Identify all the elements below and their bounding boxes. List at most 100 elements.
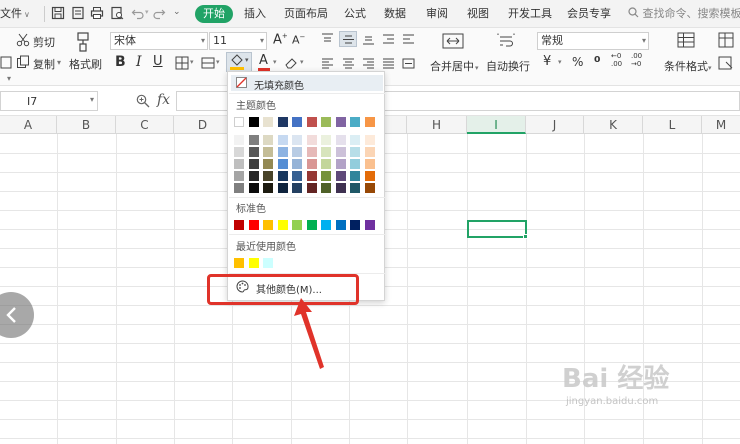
standard-color-swatch[interactable] [248, 220, 259, 230]
tab-member[interactable]: 会员专享 [567, 0, 611, 28]
tab-formulas[interactable]: 公式 [344, 0, 366, 28]
theme-shade-swatch[interactable] [292, 147, 302, 157]
theme-shade-swatch[interactable] [248, 171, 259, 181]
theme-shade-swatch[interactable] [248, 135, 259, 145]
format-painter-button[interactable]: 格式刷 [69, 56, 102, 72]
theme-shade-swatch[interactable] [277, 135, 288, 145]
align-left-icon[interactable] [321, 58, 334, 69]
tab-view[interactable]: 视图 [467, 0, 489, 28]
col-header-c[interactable]: C [116, 116, 174, 134]
font-size-select[interactable]: 11 ▾ [209, 32, 267, 50]
export-pdf-icon[interactable] [71, 6, 85, 20]
font-color-dropdown-icon[interactable]: ▾ [273, 58, 277, 66]
theme-shade-swatch[interactable] [292, 159, 302, 169]
zoom-icon[interactable] [136, 94, 150, 108]
format-painter-icon[interactable] [74, 32, 92, 52]
cell-style-dropdown-icon[interactable]: ▾ [216, 58, 220, 66]
merge-center-button[interactable]: 合并居中▾ [430, 58, 479, 74]
increase-font-icon[interactable]: A+ [273, 32, 288, 47]
align-top-icon[interactable] [321, 33, 334, 45]
recent-color-swatch[interactable] [234, 258, 244, 268]
save-icon[interactable] [51, 6, 65, 20]
tab-developer[interactable]: 开发工具 [508, 0, 552, 28]
theme-shade-swatch[interactable] [335, 135, 346, 145]
theme-shade-swatch[interactable] [321, 135, 331, 145]
theme-color-swatch[interactable] [321, 117, 331, 127]
theme-color-swatch[interactable] [277, 117, 288, 127]
decrease-font-icon[interactable]: A− [292, 33, 305, 47]
theme-shade-swatch[interactable] [263, 135, 273, 145]
copy-button[interactable]: 复制 [33, 56, 55, 72]
theme-shade-swatch[interactable] [335, 183, 346, 193]
theme-shade-swatch[interactable] [234, 171, 244, 181]
col-header-b[interactable]: B [57, 116, 116, 134]
theme-shade-swatch[interactable] [306, 135, 317, 145]
selected-cell-i7[interactable] [467, 220, 527, 238]
theme-shade-swatch[interactable] [277, 159, 288, 169]
table-style-icon[interactable] [718, 32, 736, 48]
recent-color-swatch[interactable] [263, 258, 273, 268]
cell-style-icon[interactable] [201, 56, 215, 70]
theme-shade-swatch[interactable] [321, 183, 331, 193]
theme-shade-swatch[interactable] [350, 171, 360, 181]
theme-shade-swatch[interactable] [248, 183, 259, 193]
tab-page-layout[interactable]: 页面布局 [284, 0, 328, 28]
theme-shade-swatch[interactable] [234, 135, 244, 145]
cell-format-icon[interactable] [718, 56, 736, 70]
col-header-h[interactable]: H [407, 116, 467, 134]
fill-handle[interactable] [523, 234, 528, 239]
standard-color-swatch[interactable] [263, 220, 273, 230]
tab-start[interactable]: 开始 [195, 5, 233, 23]
col-header-l[interactable]: L [643, 116, 702, 134]
eraser-icon[interactable] [284, 56, 298, 70]
increase-decimal-icon[interactable]: ←0.00 [611, 52, 622, 68]
theme-shade-swatch[interactable] [248, 147, 259, 157]
theme-shade-swatch[interactable] [306, 183, 317, 193]
theme-shade-swatch[interactable] [306, 159, 317, 169]
theme-shade-swatch[interactable] [306, 171, 317, 181]
theme-shade-swatch[interactable] [364, 135, 375, 145]
theme-color-swatch[interactable] [263, 117, 273, 127]
wrap-text-button[interactable]: 自动换行 [486, 58, 530, 74]
theme-shade-swatch[interactable] [335, 159, 346, 169]
font-name-select[interactable]: 宋体 ▾ [110, 32, 208, 50]
theme-color-swatch[interactable] [335, 117, 346, 127]
scissors-icon[interactable] [16, 33, 30, 47]
standard-color-swatch[interactable] [292, 220, 302, 230]
theme-color-swatch[interactable] [306, 117, 317, 127]
theme-shade-swatch[interactable] [234, 147, 244, 157]
number-format-select[interactable]: 常规 ▾ [537, 32, 649, 50]
standard-color-swatch[interactable] [350, 220, 360, 230]
percent-icon[interactable]: % [572, 55, 583, 69]
theme-shade-swatch[interactable] [350, 147, 360, 157]
conditional-format-icon[interactable] [677, 32, 695, 48]
standard-color-swatch[interactable] [364, 220, 375, 230]
tab-data[interactable]: 数据 [384, 0, 406, 28]
tab-review[interactable]: 审阅 [426, 0, 448, 28]
theme-shade-swatch[interactable] [306, 147, 317, 157]
theme-shade-swatch[interactable] [350, 135, 360, 145]
standard-color-swatch[interactable] [234, 220, 244, 230]
col-header-j[interactable]: J [526, 116, 584, 134]
recent-color-swatch[interactable] [248, 258, 259, 268]
theme-color-swatch[interactable] [292, 117, 302, 127]
bold-icon[interactable]: B [115, 54, 126, 70]
tab-insert[interactable]: 插入 [244, 0, 266, 28]
currency-dropdown-icon[interactable]: ▾ [558, 58, 562, 66]
distributed-align-icon[interactable] [402, 58, 415, 69]
wrap-text-icon[interactable] [496, 33, 516, 49]
col-header-m[interactable]: M [702, 116, 740, 134]
copy-icon[interactable] [16, 55, 30, 69]
theme-color-swatch[interactable] [350, 117, 360, 127]
border-icon[interactable] [175, 56, 189, 70]
theme-shade-swatch[interactable] [248, 159, 259, 169]
paste-icon[interactable] [0, 55, 14, 69]
undo-dropdown-icon[interactable]: ▾ [145, 8, 149, 16]
align-bottom-icon[interactable] [362, 33, 375, 45]
theme-color-swatch[interactable] [364, 117, 375, 127]
decrease-decimal-icon[interactable]: .00 →0 [631, 52, 642, 68]
name-box[interactable]: I7 ▾ [0, 91, 98, 111]
theme-shade-swatch[interactable] [292, 183, 302, 193]
currency-icon[interactable]: ¥ [543, 54, 551, 69]
merge-center-icon[interactable] [442, 33, 464, 49]
